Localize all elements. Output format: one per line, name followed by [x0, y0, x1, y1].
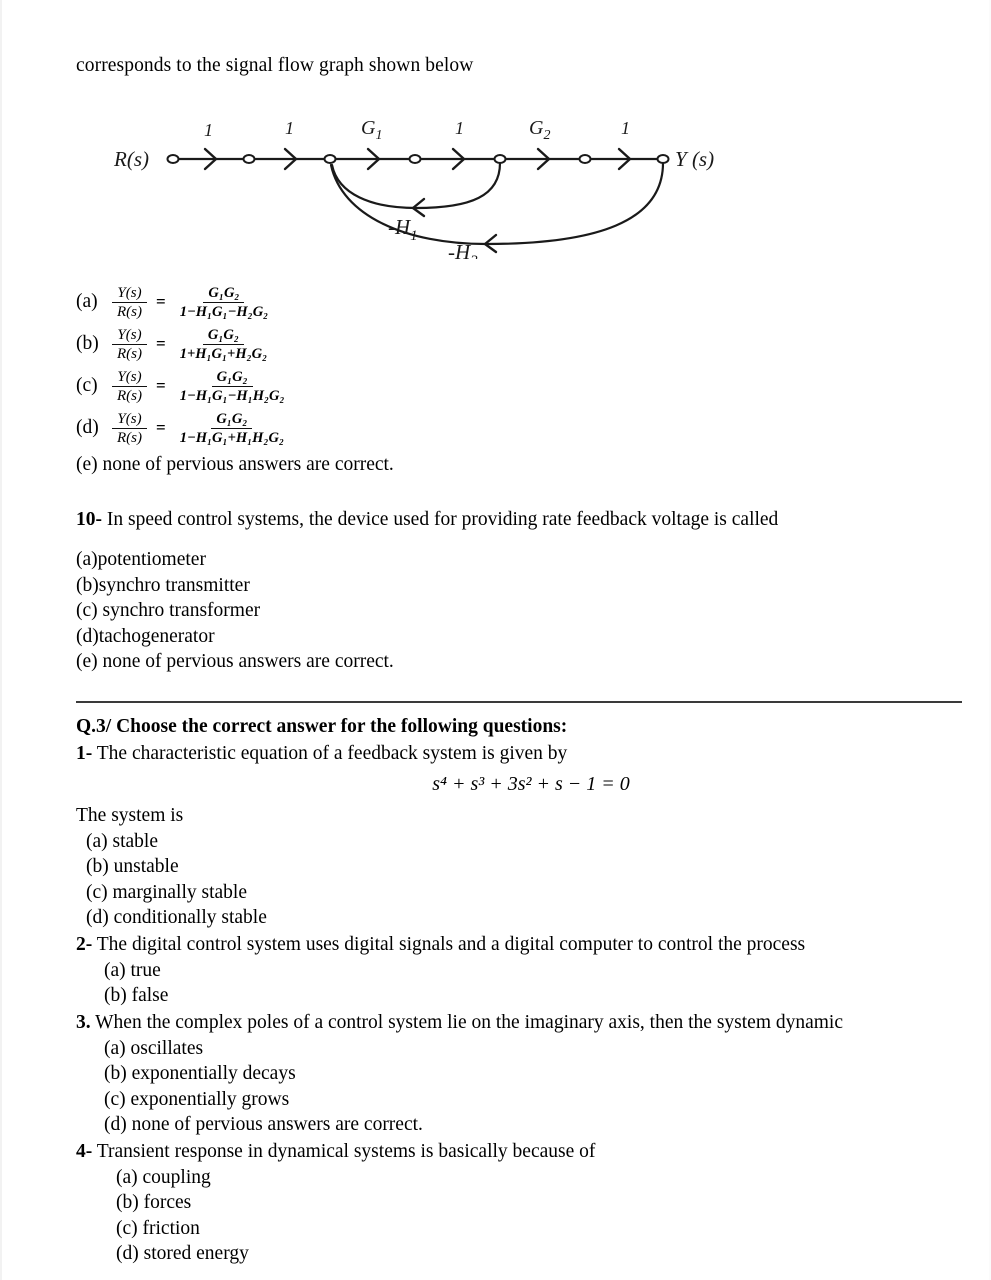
- question-3: 3. When the complex poles of a control s…: [76, 1010, 966, 1138]
- option-a-lhs-den: R(s): [117, 303, 142, 320]
- option-b-rhs-num: G₁G₂: [202, 327, 244, 345]
- option-c-lhs-num: Y(s): [112, 369, 147, 387]
- question-2-text: The digital control system uses digital …: [92, 933, 806, 955]
- question-10-number: 10-: [76, 509, 102, 530]
- question-4-option-d[interactable]: (d) stored energy: [76, 1241, 966, 1267]
- option-c-rhs-num: G₁G₂: [211, 369, 253, 387]
- question-4-option-c[interactable]: (c) friction: [76, 1216, 966, 1242]
- document-page: corresponds to the signal flow graph sho…: [0, 0, 991, 1280]
- question-10-option-d[interactable]: (d)tachogenerator: [76, 624, 966, 650]
- question-2-number: 2-: [76, 933, 93, 955]
- option-d-lhs-num: Y(s): [112, 411, 147, 429]
- question-1: 1- The characteristic equation of a feed…: [76, 741, 966, 931]
- option-label-b: (b): [76, 333, 99, 354]
- option-row-e[interactable]: (e) none of pervious answers are correct…: [76, 452, 966, 478]
- option-b-lhs-num: Y(s): [112, 327, 147, 345]
- question-10-option-a[interactable]: (a)potentiometer: [76, 547, 966, 573]
- option-a-lhs: Y(s) R(s): [112, 285, 147, 320]
- option-b-lhs: Y(s) R(s): [112, 327, 147, 362]
- sfg-gain-g2: G2: [529, 117, 550, 143]
- question-3-stem: 3. When the complex poles of a control s…: [76, 1010, 966, 1036]
- option-b-rhs-den: 1+H₁G₁+H₂G₂: [179, 345, 268, 362]
- question-1-number: 1-: [76, 742, 93, 764]
- option-c-lhs: Y(s) R(s): [112, 369, 147, 404]
- option-row-a[interactable]: (a) Y(s) R(s) = G₁G₂ 1−H₁G₁−H₂G₂: [76, 281, 966, 323]
- sfg-gain-4: 1: [621, 118, 630, 138]
- option-a-rhs: G₁G₂ 1−H₁G₁−H₂G₂: [175, 285, 274, 320]
- option-c-lhs-den: R(s): [117, 387, 142, 404]
- question-10-stem: 10- In speed control systems, the device…: [76, 507, 966, 533]
- question-1-text: The characteristic equation of a feedbac…: [92, 742, 568, 764]
- option-c-rhs-den: 1−H₁G₁−H₁H₂G₂: [179, 387, 285, 404]
- question-10-option-e[interactable]: (e) none of pervious answers are correct…: [76, 649, 966, 675]
- option-d-lhs-den: R(s): [117, 429, 142, 446]
- option-row-b[interactable]: (b) Y(s) R(s) = G₁G₂ 1+H₁G₁+H₂G₂: [76, 323, 966, 365]
- question-2-stem: 2- The digital control system uses digit…: [76, 932, 966, 958]
- question-10-option-c[interactable]: (c) synchro transformer: [76, 598, 966, 624]
- sfg-gain-2: 1: [285, 118, 294, 138]
- question-1-option-b[interactable]: (b) unstable: [76, 854, 966, 880]
- question-4-number: 4-: [76, 1140, 93, 1162]
- section-divider: [76, 700, 962, 703]
- option-label-a: (a): [76, 291, 98, 312]
- option-c-rhs: G₁G₂ 1−H₁G₁−H₁H₂G₂: [175, 369, 290, 404]
- question-3-option-a[interactable]: (a) oscillates: [76, 1036, 966, 1062]
- sfg-feedback-arcs: [329, 161, 665, 246]
- question-1-stem: 1- The characteristic equation of a feed…: [76, 741, 966, 767]
- option-b-lhs-den: R(s): [117, 345, 142, 362]
- question-10-text: In speed control systems, the device use…: [102, 509, 779, 530]
- section-q3-title: Q.3/ Choose the correct answer for the f…: [76, 715, 568, 737]
- sfg-gain-g1: G1: [361, 117, 382, 143]
- option-b-rhs: G₁G₂ 1+H₁G₁+H₂G₂: [175, 327, 273, 362]
- option-d-equals: =: [156, 418, 166, 437]
- question-2-option-b[interactable]: (b) false: [76, 983, 966, 1009]
- sfg-gain-1: 1: [204, 120, 213, 140]
- option-row-d[interactable]: (d) Y(s) R(s) = G₁G₂ 1−H₁G₁+H₁H₂G₂: [76, 407, 966, 449]
- question-3-text: When the complex poles of a control syst…: [90, 1011, 844, 1033]
- option-d-lhs: Y(s) R(s): [112, 411, 147, 446]
- question-3-option-c[interactable]: (c) exponentially grows: [76, 1087, 966, 1113]
- intro-line: corresponds to the signal flow graph sho…: [76, 55, 474, 76]
- option-a-rhs-den: 1−H₁G₁−H₂G₂: [179, 303, 269, 320]
- signal-flow-graph: R(s) Y (s) 1 1 G1 1 G2 1 -H1 -H2: [76, 94, 966, 259]
- page-content: corresponds to the signal flow graph sho…: [76, 54, 966, 1267]
- question-3-number: 3.: [76, 1011, 91, 1033]
- option-row-c[interactable]: (c) Y(s) R(s) = G₁G₂ 1−H₁G₁−H₁H₂G₂: [76, 365, 966, 407]
- question-4-text: Transient response in dynamical systems …: [92, 1140, 596, 1162]
- option-label-d: (d): [76, 417, 99, 438]
- option-label-c: (c): [76, 375, 98, 396]
- question-1-followup: The system is: [76, 804, 184, 826]
- question-4-option-b[interactable]: (b) forces: [76, 1190, 966, 1216]
- question-10-option-b[interactable]: (b)synchro transmitter: [76, 573, 966, 599]
- sfg-input-label: R(s): [113, 147, 149, 171]
- question-10-options: (a)potentiometer (b)synchro transmitter …: [76, 547, 966, 675]
- question-3-option-b[interactable]: (b) exponentially decays: [76, 1061, 966, 1087]
- option-a-rhs-num: G₁G₂: [203, 285, 245, 303]
- sfg-output-label: Y (s): [675, 147, 714, 171]
- question-4-option-a[interactable]: (a) coupling: [76, 1165, 966, 1191]
- question-3-option-d[interactable]: (d) none of pervious answers are correct…: [76, 1112, 966, 1138]
- sfg-feedback-h1-label: -H1: [388, 215, 418, 244]
- question-1-option-d[interactable]: (d) conditionally stable: [76, 905, 966, 931]
- sfg-gain-3: 1: [455, 118, 464, 138]
- option-d-rhs-num: G₁G₂: [211, 411, 253, 429]
- question-4-stem: 4- Transient response in dynamical syste…: [76, 1139, 966, 1165]
- question-2: 2- The digital control system uses digit…: [76, 932, 966, 1009]
- question-2-option-a[interactable]: (a) true: [76, 958, 966, 984]
- question-10: 10- In speed control systems, the device…: [76, 507, 966, 675]
- option-b-equals: =: [156, 334, 166, 353]
- option-d-rhs: G₁G₂ 1−H₁G₁+H₁H₂G₂: [175, 411, 289, 446]
- question-4: 4- Transient response in dynamical syste…: [76, 1139, 966, 1267]
- question-1-option-a[interactable]: (a) stable: [76, 829, 966, 855]
- option-a-lhs-num: Y(s): [112, 285, 147, 303]
- option-d-rhs-den: 1−H₁G₁+H₁H₂G₂: [179, 429, 285, 446]
- option-c-equals: =: [156, 376, 166, 395]
- transfer-function-options: (a) Y(s) R(s) = G₁G₂ 1−H₁G₁−H₂G₂ (b) Y(s…: [76, 281, 966, 478]
- option-a-equals: =: [156, 292, 166, 311]
- question-1-equation: s⁴ + s³ + 3s² + s − 1 = 0: [432, 772, 630, 795]
- question-1-option-c[interactable]: (c) marginally stable: [76, 880, 966, 906]
